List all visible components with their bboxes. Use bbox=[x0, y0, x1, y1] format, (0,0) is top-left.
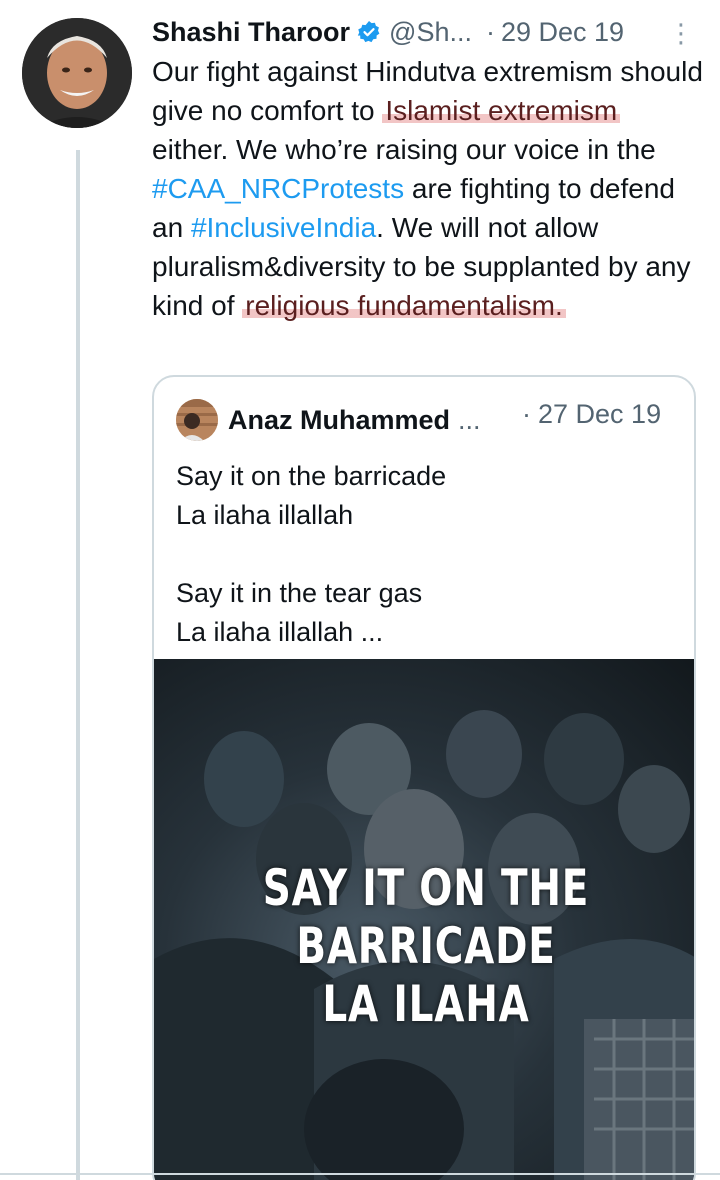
author-avatar[interactable] bbox=[22, 18, 132, 128]
hashtag-inclusiveindia[interactable]: #InclusiveIndia bbox=[191, 212, 376, 243]
quoted-separator-dot: · bbox=[522, 399, 531, 429]
tweet-header: Shashi Tharoor @Sh... · 29 Dec 19 bbox=[152, 12, 704, 52]
author-name[interactable]: Shashi Tharoor bbox=[152, 17, 350, 48]
tweet-date[interactable]: 29 Dec 19 bbox=[501, 17, 624, 48]
quoted-author-name[interactable]: Anaz Muhammed bbox=[228, 405, 450, 436]
quoted-tweet[interactable]: Anaz Muhammed ... · 27 Dec 19 Say it on … bbox=[152, 375, 696, 1180]
quoted-tweet-header: Anaz Muhammed ... · 27 Dec 19 bbox=[154, 377, 694, 441]
verified-badge-icon bbox=[357, 20, 381, 44]
tweet-text: Our fight against Hindutva extremism sho… bbox=[152, 52, 704, 325]
thread-line bbox=[76, 150, 80, 1180]
video-caption-text: SAY IT ON THE BARRICADE LA ILAHA bbox=[262, 859, 590, 1033]
quoted-tweet-text: Say it on the barricade La ilaha illalla… bbox=[176, 461, 447, 647]
highlight-islamist-extremism: Islamist extremism bbox=[382, 95, 621, 126]
more-options-icon[interactable]: ⋮ bbox=[668, 20, 694, 46]
separator-dot: · bbox=[485, 16, 495, 47]
hashtag-caa-nrcprotests[interactable]: #CAA_NRCProtests bbox=[152, 173, 404, 204]
author-handle[interactable]: @Sh... bbox=[389, 17, 472, 48]
quoted-avatar-image bbox=[176, 399, 218, 441]
tweet: Shashi Tharoor @Sh... · 29 Dec 19 ⋮ Our … bbox=[152, 12, 704, 325]
quoted-media-video[interactable]: SAY IT ON THE BARRICADE LA ILAHA bbox=[154, 659, 694, 1180]
highlight-religious-fundamentalism: religious fundamentalism. bbox=[242, 290, 566, 321]
tweet-text-part: either. We who’re raising our voice in t… bbox=[152, 134, 656, 165]
author-avatar-image bbox=[22, 18, 132, 128]
quoted-tweet-date[interactable]: 27 Dec 19 bbox=[538, 399, 661, 430]
divider bbox=[0, 1173, 720, 1175]
quoted-handle-truncated: ... bbox=[458, 404, 481, 435]
quoted-author-avatar[interactable] bbox=[176, 399, 218, 441]
